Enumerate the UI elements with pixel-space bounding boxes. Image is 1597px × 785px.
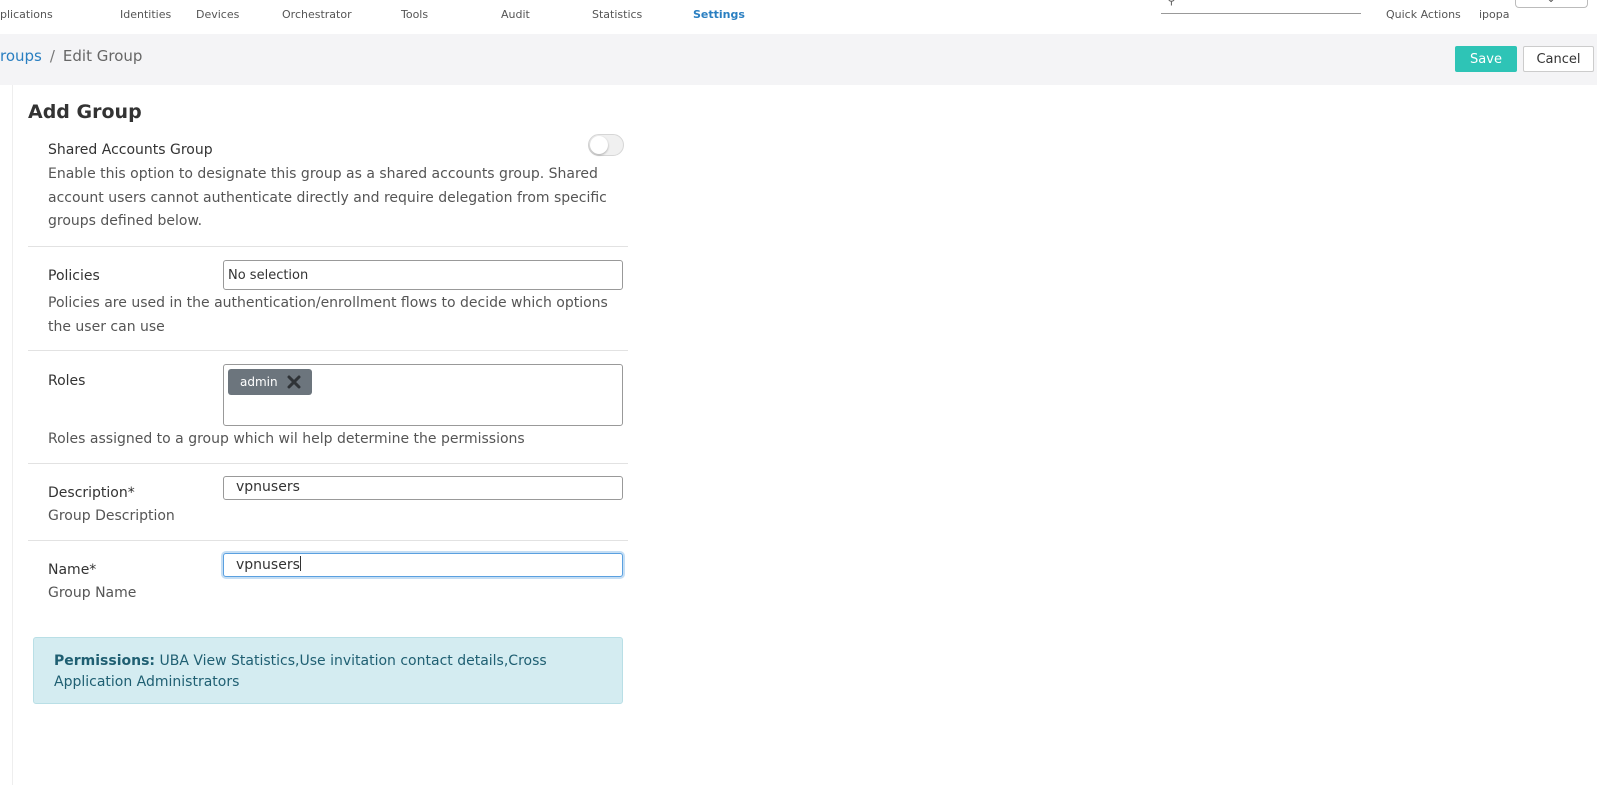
top-navigation: plications Identities Devices Orchestrat…	[0, 0, 1597, 34]
breadcrumb: roups / Edit Group	[0, 47, 142, 65]
nav-item-statistics[interactable]: Statistics	[592, 8, 642, 21]
chevron-down-icon: ⌄	[1546, 0, 1556, 5]
permissions-info-box: Permissions: UBA View Statistics,Use inv…	[33, 637, 623, 704]
shared-accounts-help: Enable this option to designate this gro…	[48, 166, 607, 229]
permissions-label: Permissions:	[54, 653, 156, 669]
nav-item-applications[interactable]: plications	[0, 8, 53, 21]
user-menu[interactable]: ipopa	[1479, 8, 1510, 21]
name-sublabel: Group Name	[48, 585, 137, 601]
description-label: Description*	[48, 485, 135, 501]
text-caret	[299, 556, 301, 571]
divider	[28, 246, 628, 247]
name-value: vpnusers	[236, 557, 300, 573]
nav-item-orchestrator[interactable]: Orchestrator	[282, 8, 352, 21]
breadcrumb-link-groups[interactable]: roups	[0, 47, 42, 65]
policies-label: Policies	[48, 268, 100, 284]
description-value: vpnusers	[236, 479, 300, 495]
shared-accounts-toggle[interactable]	[588, 134, 624, 156]
role-chip-label: admin	[240, 375, 278, 389]
toggle-knob	[590, 136, 608, 154]
breadcrumb-separator: /	[49, 47, 55, 65]
roles-help: Roles assigned to a group which wil help…	[48, 431, 525, 447]
page-title: Add Group	[28, 101, 142, 123]
quick-actions-link[interactable]: Quick Actions	[1386, 8, 1461, 21]
nav-item-devices[interactable]: Devices	[196, 8, 239, 21]
roles-label: Roles	[48, 373, 86, 389]
role-chip-admin: admin	[228, 369, 312, 395]
name-input[interactable]: vpnusers	[223, 553, 623, 577]
search-icon: ⚲	[1167, 0, 1176, 7]
nav-item-tools[interactable]: Tools	[401, 8, 428, 21]
shared-accounts-label: Shared Accounts Group	[48, 142, 213, 158]
policies-help: Policies are used in the authentication/…	[48, 295, 608, 335]
divider	[28, 463, 628, 464]
divider	[28, 540, 628, 541]
policies-select[interactable]: No selection	[223, 260, 623, 290]
page-header	[0, 34, 1597, 85]
divider	[28, 350, 628, 351]
breadcrumb-current: Edit Group	[62, 47, 143, 65]
name-label: Name*	[48, 562, 97, 578]
global-search-input[interactable]	[1161, 12, 1361, 14]
save-button[interactable]: Save	[1455, 46, 1517, 72]
nav-item-audit[interactable]: Audit	[501, 8, 530, 21]
nav-item-settings[interactable]: Settings	[693, 8, 745, 21]
roles-multiselect[interactable]: admin	[223, 364, 623, 426]
cancel-button[interactable]: Cancel	[1523, 46, 1594, 72]
description-sublabel: Group Description	[48, 508, 175, 524]
nav-item-identities[interactable]: Identities	[120, 8, 171, 21]
close-icon[interactable]	[286, 374, 302, 390]
description-input[interactable]: vpnusers	[223, 476, 623, 500]
